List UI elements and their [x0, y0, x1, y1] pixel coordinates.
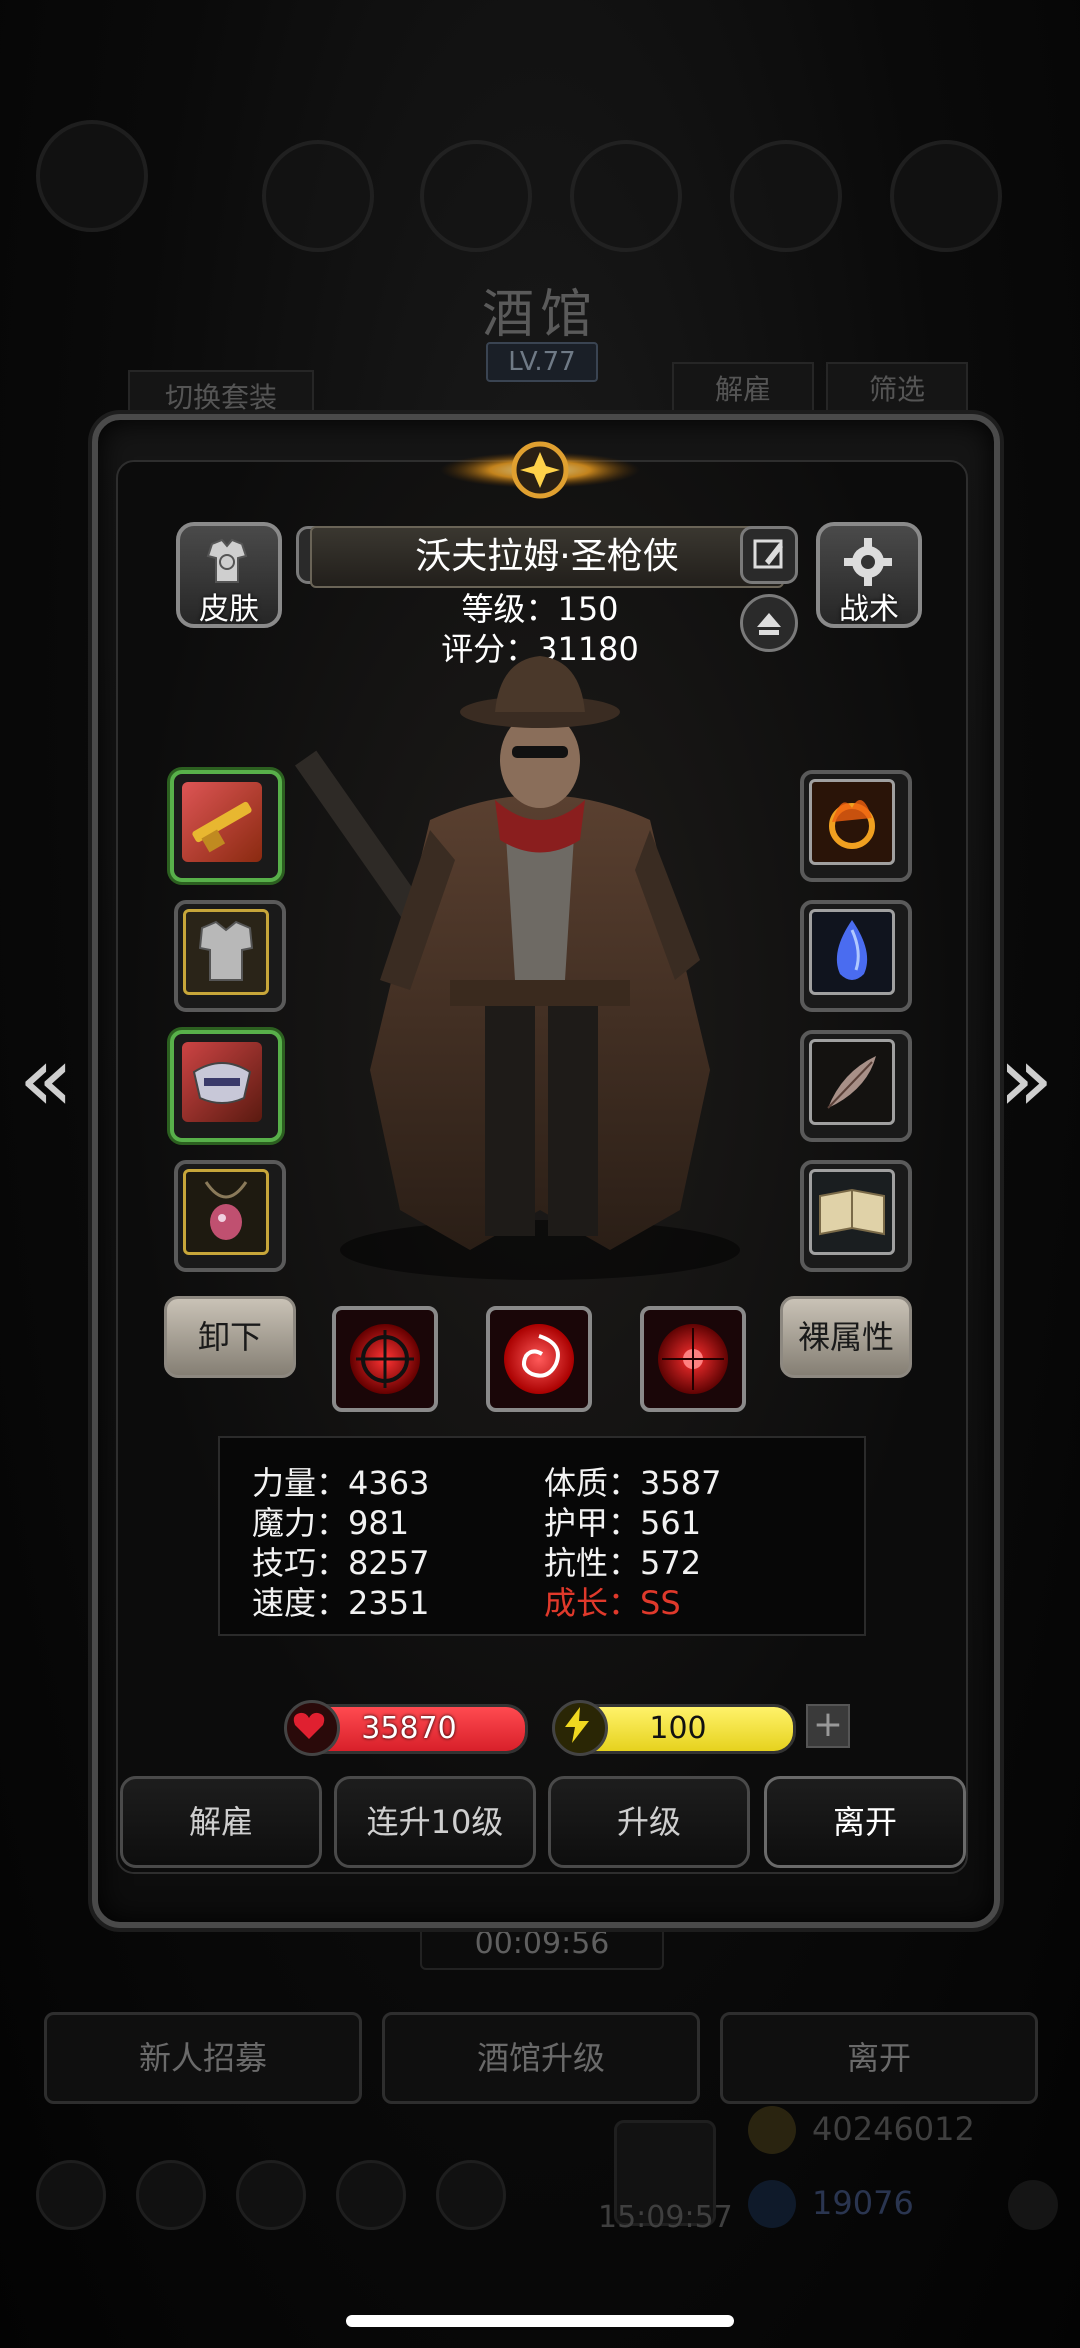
tactics-button[interactable]: 战术 [816, 522, 922, 628]
heart-icon [284, 1700, 340, 1756]
feather-icon [809, 1039, 895, 1125]
equip-slot-weapon[interactable] [170, 770, 282, 882]
armor-skin-icon [206, 538, 248, 583]
equip-slot-gem[interactable] [800, 900, 912, 1012]
pencil-icon [753, 539, 783, 569]
base-attributes-button[interactable]: 裸属性 [780, 1296, 912, 1378]
stat-growth: 成长：SS [544, 1584, 681, 1622]
bg-avatar-icon [36, 120, 148, 232]
bg-recruit-button: 新人招募 [44, 2012, 362, 2104]
skill-slot-1[interactable] [332, 1306, 438, 1412]
skill-slot-2[interactable] [486, 1306, 592, 1412]
upgrade-arrow-icon [757, 613, 781, 635]
next-hero-arrow-icon[interactable]: » [996, 1030, 1056, 1130]
bg-gem-icon [748, 2180, 796, 2228]
vortex-skill-icon [504, 1324, 574, 1394]
skill-slot-3[interactable] [640, 1306, 746, 1412]
bg-add-icon [1008, 2180, 1058, 2230]
stats-panel: 力量：4363 体质：3587 魔力：981 护甲：561 技巧：8257 抗性… [218, 1436, 866, 1636]
target-skill-icon [658, 1324, 728, 1394]
bg-gem-amount: 19076 [812, 2184, 914, 2222]
equip-slot-feather[interactable] [800, 1030, 912, 1142]
edit-name-button[interactable] [740, 526, 798, 584]
home-indicator[interactable] [346, 2315, 734, 2327]
bg-nav-icon [336, 2160, 406, 2230]
bg-menu-orb-icon [730, 140, 842, 252]
helmet-mask-icon [182, 1042, 262, 1122]
bg-gold-coin-icon [748, 2106, 796, 2154]
stat-speed: 速度：2351 [252, 1584, 430, 1622]
bg-nav-icon [36, 2160, 106, 2230]
bg-clock: 15:09:57 [598, 2200, 733, 2235]
bg-menu-orb-icon [262, 140, 374, 252]
skin-label: 皮肤 [199, 592, 259, 627]
lightning-icon [552, 1700, 608, 1756]
bg-tavern-title: 酒馆 [481, 285, 598, 345]
amulet-icon [183, 1169, 269, 1255]
bg-filter-button: 筛选 [826, 362, 968, 418]
level-up-10-button[interactable]: 连升10级 [334, 1776, 536, 1868]
bg-tavern-upgrade-button: 酒馆升级 [382, 2012, 700, 2104]
spellbook-icon [809, 1169, 895, 1255]
skin-button[interactable]: 皮肤 [176, 522, 282, 628]
gear-icon [844, 538, 892, 586]
bg-gold-amount: 40246012 [812, 2110, 975, 2148]
armor-icon [183, 909, 269, 995]
crosshair-skill-icon [350, 1324, 420, 1394]
leave-button[interactable]: 离开 [764, 1776, 966, 1868]
hero-name: 沃夫拉姆·圣枪侠 [310, 526, 784, 588]
golden-rifle-icon [182, 782, 262, 862]
blue-crystal-icon [809, 909, 895, 995]
unequip-button[interactable]: 卸下 [164, 1296, 296, 1378]
promote-button[interactable] [740, 594, 798, 652]
bg-nav-icon [236, 2160, 306, 2230]
level-up-button[interactable]: 升级 [548, 1776, 750, 1868]
bg-menu-orb-icon [890, 140, 1002, 252]
bg-leave-button: 离开 [720, 2012, 1038, 2104]
bg-nav-icon [136, 2160, 206, 2230]
equip-slot-ring[interactable] [800, 770, 912, 882]
dismiss-button[interactable]: 解雇 [120, 1776, 322, 1868]
prev-hero-arrow-icon[interactable]: « [16, 1030, 76, 1130]
crest-emblem-icon [440, 441, 640, 499]
hero-portrait [294, 656, 740, 1280]
equip-slot-book[interactable] [800, 1160, 912, 1272]
tactics-label: 战术 [839, 592, 899, 627]
plus-icon: + [812, 1704, 844, 1745]
equip-slot-helmet[interactable] [170, 1030, 282, 1142]
bg-dismiss-button: 解雇 [672, 362, 814, 418]
fire-ring-icon [809, 779, 895, 865]
equip-slot-amulet[interactable] [174, 1160, 286, 1272]
bg-menu-orb-icon [570, 140, 682, 252]
equip-slot-armor[interactable] [174, 900, 286, 1012]
bg-nav-icon [436, 2160, 506, 2230]
bg-menu-orb-icon [420, 140, 532, 252]
add-energy-button[interactable]: + [806, 1704, 850, 1748]
bg-tavern-level: LV.77 [486, 342, 598, 382]
